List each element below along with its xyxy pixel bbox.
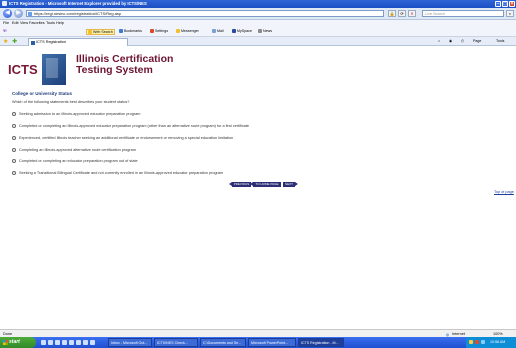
zoom-level[interactable]: 100% [493, 332, 503, 336]
tray-icon-3[interactable] [481, 340, 485, 344]
quicklaunch-explorer-icon[interactable] [83, 340, 88, 345]
logo-emblem-icon [42, 54, 66, 85]
home-button[interactable]: ⌂ [438, 39, 440, 43]
quicklaunch-excel-icon[interactable] [69, 340, 74, 345]
minimize-button[interactable]: – [495, 1, 501, 7]
add-favorites-icon[interactable]: ✚ [12, 38, 17, 45]
status-option-1[interactable]: Seeking admission to an Illinois-approve… [12, 112, 140, 116]
tab-label: ICTS Registration [36, 40, 66, 44]
lock-icon[interactable]: 🔒 [388, 10, 396, 17]
back-button[interactable]: ◀ [3, 9, 12, 18]
close-button[interactable]: × [509, 1, 515, 7]
page-menu-button[interactable]: Page [473, 39, 481, 43]
logo-text: ICTS [8, 62, 38, 77]
search-icon [88, 30, 92, 34]
taskbar-button-outlook[interactable]: Inbox - Microsoft Out... [108, 338, 152, 347]
previous-button[interactable]: PREVIOUS [229, 182, 251, 187]
messenger-icon [176, 29, 180, 33]
taskbar: start Inbox - Microsoft Out... ICTS/NES … [0, 337, 516, 348]
status-option-3[interactable]: Experienced, certified Illinois teacher … [12, 136, 233, 140]
tray-icon-1[interactable] [469, 340, 473, 344]
messenger-button[interactable]: Messenger [176, 29, 199, 33]
news-button[interactable]: News [258, 29, 272, 33]
radio-button[interactable] [12, 124, 16, 128]
navigation-bar: ◀ ▶ https://regi.nesinc.com/registration… [0, 8, 516, 20]
quicklaunch-word-icon[interactable] [62, 340, 67, 345]
address-text: https://regi.nesinc.com/registration/ICT… [34, 11, 122, 16]
news-icon [258, 29, 262, 33]
tray-icon-2[interactable] [475, 340, 479, 344]
status-text: Done [3, 332, 13, 336]
start-button[interactable]: start [0, 337, 36, 348]
menu-edit[interactable]: Edit [12, 21, 19, 25]
menu-view[interactable]: View [20, 21, 28, 25]
system-tray: 10:58 AM [466, 337, 516, 348]
quicklaunch-ie-icon[interactable] [41, 340, 46, 345]
window-title: ICTS Registration - Microsoft Internet E… [9, 1, 147, 6]
radio-button[interactable] [12, 159, 16, 163]
menu-file[interactable]: File [3, 21, 9, 25]
menu-bar: File Edit View Favorites Tools Help [0, 20, 516, 27]
quicklaunch-desktop-icon[interactable] [48, 340, 53, 345]
forward-button[interactable]: ▶ [14, 9, 23, 18]
page-heading: Illinois Certification Testing System [76, 53, 174, 76]
taskbar-button-powerpoint[interactable]: Microsoft PowerPoint... [248, 338, 296, 347]
address-bar[interactable]: https://regi.nesinc.com/registration/ICT… [26, 10, 384, 17]
taskbar-button-check[interactable]: ICTS/NES Check... [154, 338, 198, 347]
tab-icts-registration[interactable]: ICTS Registration [28, 38, 128, 46]
taskbar-button-documents[interactable]: C:\Documents and Se... [200, 338, 246, 347]
radio-button[interactable] [12, 112, 16, 116]
status-option-4[interactable]: Completing an Illinois-approved alternat… [12, 148, 136, 152]
search-icon[interactable]: ⌕ [506, 10, 514, 17]
feeds-button[interactable]: ◉ [449, 39, 452, 43]
settings-button[interactable]: Settings [150, 29, 168, 33]
page-content: ICTS Illinois Certification Testing Syst… [0, 46, 516, 329]
mail-button[interactable]: Mail [212, 29, 224, 33]
menu-help[interactable]: Help [56, 21, 64, 25]
menu-favorites[interactable]: Favorites [29, 21, 45, 25]
status-option-6[interactable]: Seeking a Transitional Bilingual Certifi… [12, 171, 223, 175]
ie-icon [2, 1, 7, 6]
menu-tools[interactable]: Tools [46, 21, 55, 25]
tools-menu-button[interactable]: Tools [496, 39, 504, 43]
radio-button[interactable] [12, 171, 16, 175]
status-option-5[interactable]: Completed or completing an educator prep… [12, 159, 138, 163]
security-zone[interactable]: Internet [452, 332, 465, 336]
print-button[interactable]: ⎙ [461, 39, 464, 43]
web-search-button[interactable]: Web Search [86, 29, 115, 35]
mail-icon [212, 29, 216, 33]
quicklaunch-powerpoint-icon[interactable] [76, 340, 81, 345]
radio-button[interactable] [12, 136, 16, 140]
myspace-icon [232, 29, 236, 33]
yahoo-logo-icon: Y! [3, 29, 7, 33]
maximize-button[interactable]: □ [502, 1, 508, 7]
next-button[interactable]: NEXT [283, 182, 298, 187]
icts-logo: ICTS [8, 54, 68, 85]
myspace-button[interactable]: MySpace [232, 29, 252, 33]
quicklaunch-outlook-icon[interactable] [55, 340, 60, 345]
quicklaunch-media-icon[interactable] [90, 340, 95, 345]
bookmark-icon [119, 29, 123, 33]
gear-icon [150, 29, 154, 33]
search-placeholder: Live Search [425, 12, 446, 16]
window-titlebar: ICTS Registration - Microsoft Internet E… [0, 0, 516, 8]
bookmarks-button[interactable]: Bookmarks [119, 29, 142, 33]
radio-button[interactable] [12, 148, 16, 152]
favorites-star-icon[interactable]: ★ [3, 38, 8, 45]
stop-button[interactable]: ✕ [408, 10, 416, 17]
top-of-page-link[interactable]: Top of page [494, 190, 514, 194]
tab-bar: ★ ✚ ICTS Registration ⌂ ◉ ⎙ Page Tools [0, 37, 516, 46]
to-home-page-button[interactable]: TO HOME PAGE [250, 182, 281, 187]
status-option-2[interactable]: Completed or completing an Illinois-appr… [12, 124, 249, 128]
page-icon [28, 12, 32, 16]
clock: 10:58 AM [490, 340, 506, 344]
refresh-button[interactable]: ⟳ [398, 10, 406, 17]
tab-favicon-icon [31, 41, 35, 45]
question-text: Which of the following statements best d… [12, 100, 130, 104]
section-title: College or University Status [12, 91, 73, 96]
search-input[interactable]: Live Search [422, 10, 504, 17]
status-bar: Done ◍ Internet 100% [0, 329, 516, 337]
toolbar: Y! Web Search Bookmarks Settings Messeng… [0, 27, 516, 37]
taskbar-button-icts-registration[interactable]: ICTS Registration - M... [298, 338, 344, 347]
